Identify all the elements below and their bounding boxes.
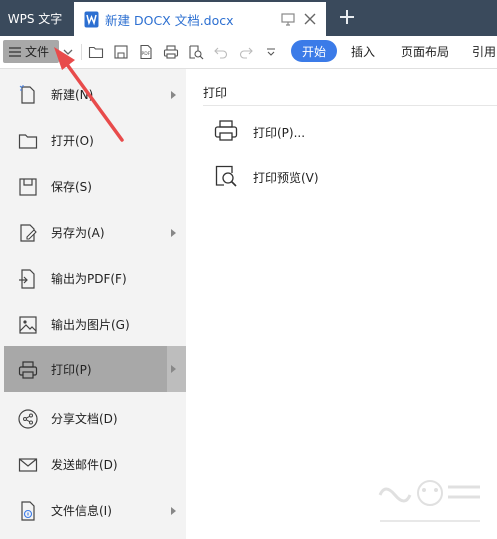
pdf-icon[interactable]: PDF bbox=[138, 44, 154, 60]
document-tab[interactable]: 新建 DOCX 文档.docx bbox=[74, 2, 326, 36]
file-menu-button[interactable]: 文件 bbox=[3, 40, 59, 63]
submenu-arrow-icon bbox=[171, 91, 176, 99]
menu-item-open[interactable]: 打开(O) bbox=[0, 118, 186, 162]
export-image-icon bbox=[17, 314, 39, 336]
menu-item-save-as[interactable]: 另存为(A) bbox=[0, 210, 186, 254]
tab-page-layout[interactable]: 页面布局 bbox=[397, 40, 453, 62]
redo-icon[interactable] bbox=[238, 44, 254, 60]
app-tab[interactable]: WPS 文字 bbox=[0, 0, 70, 36]
submenu-arrow-icon bbox=[171, 507, 176, 515]
print-preview-option-label: 打印预览(V) bbox=[253, 171, 319, 185]
more-dropdown-icon[interactable] bbox=[263, 44, 279, 60]
folder-open-icon bbox=[17, 130, 39, 152]
menu-item-label: 文件信息(I) bbox=[51, 504, 112, 518]
tab-home[interactable]: 开始 bbox=[291, 40, 337, 62]
menu-item-label: 保存(S) bbox=[51, 180, 92, 194]
monitor-icon[interactable] bbox=[279, 10, 297, 28]
menu-item-print[interactable]: 打印(P) bbox=[4, 346, 186, 392]
menu-item-share[interactable]: 分享文档(D) bbox=[0, 396, 186, 440]
panel-divider bbox=[203, 105, 497, 106]
menu-item-new[interactable]: 新建(N) bbox=[0, 72, 186, 116]
save-icon bbox=[17, 176, 39, 198]
tab-references-label: 引用 bbox=[472, 44, 497, 59]
file-menu-sidebar: 新建(N) 打开(O) 保存(S) 另存为(A) 输出为PDF(F) 输出为图片… bbox=[0, 69, 186, 539]
menu-item-label: 分享文档(D) bbox=[51, 412, 118, 426]
print-option-label: 打印(P)... bbox=[253, 126, 306, 140]
menu-item-label: 发送邮件(D) bbox=[51, 458, 118, 472]
print-preview-icon[interactable] bbox=[188, 44, 204, 60]
submenu-arrow-area[interactable] bbox=[167, 346, 186, 392]
svg-text:PDF: PDF bbox=[142, 51, 151, 57]
menu-item-file-info[interactable]: 文件信息(I) bbox=[0, 488, 186, 532]
new-tab-icon[interactable] bbox=[336, 6, 358, 28]
panel-title: 打印 bbox=[203, 86, 228, 100]
app-tab-label: WPS 文字 bbox=[7, 11, 63, 26]
file-menu-label: 文件 bbox=[25, 45, 50, 59]
menu-item-label: 另存为(A) bbox=[51, 226, 105, 240]
document-tab-title: 新建 DOCX 文档.docx bbox=[105, 12, 234, 28]
menu-item-label: 输出为图片(G) bbox=[51, 318, 130, 332]
file-info-icon bbox=[17, 500, 39, 522]
chevron-down-icon[interactable] bbox=[60, 44, 76, 60]
export-pdf-icon bbox=[17, 268, 39, 290]
tab-references[interactable]: 引用 bbox=[472, 40, 497, 62]
print-option[interactable]: 打印(P)... bbox=[213, 116, 453, 146]
menu-item-label: 新建(N) bbox=[51, 88, 94, 102]
hamburger-icon bbox=[9, 46, 21, 57]
watermark-logo bbox=[378, 480, 480, 522]
undo-icon[interactable] bbox=[213, 44, 229, 60]
save-as-icon bbox=[17, 222, 39, 244]
tab-insert-label: 插入 bbox=[350, 44, 375, 59]
save-icon[interactable] bbox=[113, 44, 129, 60]
tab-home-label: 开始 bbox=[301, 44, 326, 59]
printer-icon bbox=[213, 118, 239, 144]
printer-icon bbox=[17, 359, 39, 381]
print-preview-icon bbox=[213, 163, 239, 189]
tab-page-layout-label: 页面布局 bbox=[400, 44, 449, 59]
print-icon[interactable] bbox=[163, 44, 179, 60]
menu-item-export-image[interactable]: 输出为图片(G) bbox=[0, 302, 186, 346]
menu-item-save[interactable]: 保存(S) bbox=[0, 164, 186, 208]
menu-item-send-mail[interactable]: 发送邮件(D) bbox=[0, 442, 186, 486]
submenu-arrow-icon bbox=[171, 229, 176, 237]
print-preview-option[interactable]: 打印预览(V) bbox=[213, 161, 453, 191]
open-folder-icon[interactable] bbox=[88, 44, 104, 60]
title-tab-bar: WPS 文字 新建 DOCX 文档.docx bbox=[0, 0, 497, 36]
word-doc-icon bbox=[84, 11, 99, 28]
print-submenu-panel: 打印 打印(P)... 打印预览(V) bbox=[186, 69, 497, 539]
new-doc-icon bbox=[17, 84, 39, 106]
menu-item-label: 打开(O) bbox=[51, 134, 94, 148]
menu-item-label: 打印(P) bbox=[51, 363, 92, 377]
close-tab-icon[interactable] bbox=[301, 10, 319, 28]
mail-icon bbox=[17, 454, 39, 476]
submenu-arrow-icon bbox=[171, 365, 176, 373]
tab-insert[interactable]: 插入 bbox=[345, 40, 381, 62]
menu-item-label: 输出为PDF(F) bbox=[51, 272, 127, 286]
quick-toolbar: 文件 PDF 开始 插入 页面布局 引用 bbox=[0, 36, 497, 69]
share-icon bbox=[17, 408, 39, 430]
toolbar-divider bbox=[81, 44, 82, 60]
menu-item-export-pdf[interactable]: 输出为PDF(F) bbox=[0, 256, 186, 300]
